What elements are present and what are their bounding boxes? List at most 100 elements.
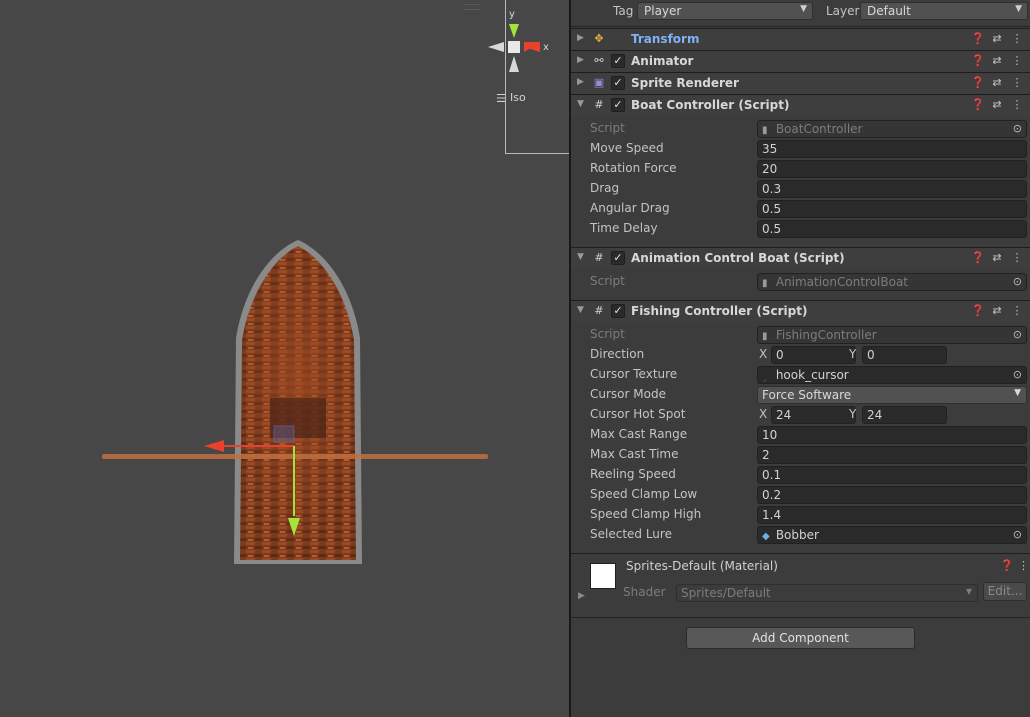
object-picker-icon[interactable]: ⊙: [1013, 122, 1022, 135]
more-menu-icon[interactable]: ⋮: [1010, 32, 1024, 45]
help-icon[interactable]: ❓: [971, 98, 985, 111]
component-fishing-controller[interactable]: ▼ # ✓ Fishing Controller (Script) ❓ ⇄ ⋮: [571, 300, 1030, 322]
edit-shader-button[interactable]: Edit...: [983, 582, 1027, 601]
script-field[interactable]: ▮ BoatController ⊙: [757, 120, 1027, 138]
add-component-button[interactable]: Add Component: [686, 627, 915, 649]
collapse-arrow-icon[interactable]: ▼: [577, 252, 584, 262]
presets-icon[interactable]: ⇄: [990, 76, 1004, 89]
more-menu-icon[interactable]: ⋮: [1010, 54, 1024, 67]
help-icon[interactable]: ❓: [971, 251, 985, 264]
shader-dropdown[interactable]: Sprites/Default ▼: [676, 584, 978, 602]
orientation-gizmo[interactable]: y x: [484, 6, 554, 76]
expand-arrow-icon[interactable]: ▶: [577, 33, 584, 43]
object-picker-icon[interactable]: ⊙: [1013, 328, 1022, 341]
object-picker-icon[interactable]: ⊙: [1013, 528, 1022, 541]
inspector-panel: Tag Player ▼ Layer Default ▼ ▶ ✥ Transfo…: [571, 0, 1030, 717]
expand-arrow-icon[interactable]: ▶: [577, 55, 584, 65]
time-delay-field[interactable]: 0.5: [757, 220, 1027, 238]
enabled-checkbox[interactable]: ✓: [611, 251, 625, 265]
component-title: Fishing Controller (Script): [631, 304, 808, 318]
selected-lure-field[interactable]: ◆ Bobber ⊙: [757, 526, 1027, 544]
property-row: Max Cast Range 10: [571, 425, 1030, 445]
property-row: Move Speed 35: [571, 139, 1030, 159]
angular-drag-field[interactable]: 0.5: [757, 200, 1027, 218]
component-boat-controller[interactable]: ▼ # ✓ Boat Controller (Script) ❓ ⇄ ⋮: [571, 94, 1030, 116]
y-axis-arrow[interactable]: [288, 518, 300, 536]
more-menu-icon[interactable]: ⋮: [1010, 251, 1024, 264]
gizmo-neg-y-cone[interactable]: [509, 56, 519, 72]
speed-clamp-low-field[interactable]: 0.2: [757, 486, 1027, 504]
collapse-arrow-icon[interactable]: ▼: [577, 305, 584, 315]
help-icon[interactable]: ❓: [971, 54, 985, 67]
hot-spot-row: Cursor Hot Spot X 24 Y 24: [571, 405, 1030, 425]
expand-arrow-icon[interactable]: ▶: [577, 77, 584, 87]
gizmo-center-cube[interactable]: [508, 41, 520, 53]
expand-arrow-icon[interactable]: ▶: [578, 591, 585, 601]
enabled-checkbox[interactable]: ✓: [611, 304, 625, 318]
speed-clamp-high-field[interactable]: 1.4: [757, 506, 1027, 524]
component-transform[interactable]: ▶ ✥ Transform ❓ ⇄ ⋮: [571, 28, 1030, 50]
presets-icon[interactable]: ⇄: [990, 251, 1004, 264]
rotation-force-field[interactable]: 20: [757, 160, 1027, 178]
x-axis-arrow[interactable]: [204, 440, 224, 452]
presets-icon[interactable]: ⇄: [990, 32, 1004, 45]
script-field[interactable]: ▮ FishingController ⊙: [757, 326, 1027, 344]
help-icon[interactable]: ❓: [971, 304, 985, 317]
component-title: Sprite Renderer: [631, 76, 739, 90]
max-cast-range-field[interactable]: 10: [757, 426, 1027, 444]
material-section[interactable]: Sprites-Default (Material) ❓ ⋮ ▶ Shader …: [571, 553, 1030, 608]
sprite-renderer-icon: ▣: [593, 76, 605, 89]
cursor-texture-field[interactable]: ˏ hook_cursor ⊙: [757, 366, 1027, 384]
cursor-mode-value: Force Software: [762, 388, 852, 402]
more-menu-icon[interactable]: ⋮: [1010, 304, 1024, 317]
script-field[interactable]: ▮ AnimationControlBoat ⊙: [757, 273, 1027, 291]
gizmo-neg-x-cone[interactable]: [488, 42, 504, 52]
script-row: Script ▮ BoatController ⊙: [571, 119, 1030, 139]
object-picker-icon[interactable]: ⊙: [1013, 275, 1022, 288]
transform-icon: ✥: [594, 32, 604, 45]
component-animation-control-boat[interactable]: ▼ # ✓ Animation Control Boat (Script) ❓ …: [571, 247, 1030, 269]
scene-resize-handle[interactable]: [464, 4, 480, 10]
component-title: Animation Control Boat (Script): [631, 251, 845, 265]
gizmo-y-cone[interactable]: [509, 24, 519, 38]
reeling-speed-field[interactable]: 0.1: [757, 466, 1027, 484]
scene-view[interactable]: y x ☰ Iso: [0, 0, 570, 717]
dropdown-arrow-icon: ▼: [1014, 388, 1021, 398]
enabled-checkbox[interactable]: ✓: [611, 54, 625, 68]
enabled-checkbox[interactable]: ✓: [611, 98, 625, 112]
presets-icon[interactable]: ⇄: [990, 304, 1004, 317]
help-icon[interactable]: ❓: [971, 76, 985, 89]
hot-spot-y-field[interactable]: 24: [862, 406, 947, 424]
collapse-arrow-icon[interactable]: ▼: [577, 99, 584, 109]
drag-field[interactable]: 0.3: [757, 180, 1027, 198]
tag-dropdown[interactable]: Player ▼: [637, 2, 813, 20]
direction-y-field[interactable]: 0: [862, 346, 947, 364]
gizmo-x-label: x: [543, 42, 549, 53]
more-menu-icon[interactable]: ⋮: [1010, 98, 1024, 111]
layer-dropdown[interactable]: Default ▼: [860, 2, 1028, 20]
move-tool-handles[interactable]: [100, 436, 490, 536]
property-label: Max Cast Range: [590, 427, 688, 441]
cursor-mode-dropdown[interactable]: Force Software ▼: [757, 386, 1027, 404]
cursor-texture-row: Cursor Texture ˏ hook_cursor ⊙: [571, 365, 1030, 385]
move-speed-field[interactable]: 35: [757, 140, 1027, 158]
hot-spot-label: Cursor Hot Spot: [590, 407, 686, 421]
component-sprite-renderer[interactable]: ▶ ▣ ✓ Sprite Renderer ❓ ⇄ ⋮: [571, 72, 1030, 94]
presets-icon[interactable]: ⇄: [990, 54, 1004, 67]
script-label: Script: [590, 327, 625, 341]
enabled-checkbox[interactable]: ✓: [611, 76, 625, 90]
presets-icon[interactable]: ⇄: [990, 98, 1004, 111]
more-menu-icon[interactable]: ⋮: [1010, 76, 1024, 89]
projection-label[interactable]: Iso: [510, 91, 526, 104]
more-menu-icon[interactable]: ⋮: [1018, 559, 1029, 572]
component-animator[interactable]: ▶ ⚯ ✓ Animator ❓ ⇄ ⋮: [571, 50, 1030, 72]
property-label: Speed Clamp High: [590, 507, 702, 521]
x-label: X: [759, 407, 768, 421]
help-icon[interactable]: ❓: [1000, 559, 1014, 572]
gizmo-y-label: y: [509, 9, 515, 20]
hot-spot-x-field[interactable]: 24: [771, 406, 856, 424]
max-cast-time-field[interactable]: 2: [757, 446, 1027, 464]
help-icon[interactable]: ❓: [971, 32, 985, 45]
object-picker-icon[interactable]: ⊙: [1013, 368, 1022, 381]
direction-x-field[interactable]: 0: [771, 346, 856, 364]
